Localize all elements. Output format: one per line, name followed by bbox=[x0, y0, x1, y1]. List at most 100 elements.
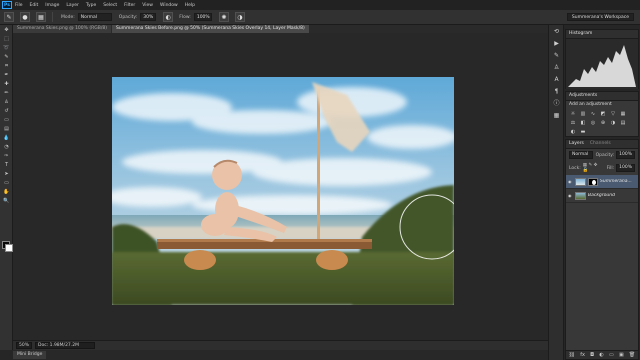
layer-row-overlay[interactable]: ◉ Summerana... bbox=[566, 175, 638, 189]
info-panel-icon[interactable]: ⓘ bbox=[552, 100, 561, 108]
divider bbox=[52, 12, 53, 22]
invert-icon[interactable]: ◑ bbox=[609, 120, 617, 127]
brush-panel-icon[interactable]: ✎ bbox=[552, 52, 561, 60]
healing-icon[interactable]: ✚ bbox=[2, 81, 11, 87]
gradient-map-icon[interactable]: ▬ bbox=[579, 129, 587, 136]
new-layer-icon[interactable]: ▣ bbox=[619, 352, 624, 358]
link-layers-icon[interactable]: ⛓ bbox=[569, 352, 575, 358]
paragraph-panel-icon[interactable]: ¶ bbox=[552, 88, 561, 96]
clone-stamp-icon[interactable]: ♙ bbox=[2, 99, 11, 105]
character-panel-icon[interactable]: A bbox=[552, 76, 561, 84]
layer-name[interactable]: Summerana... bbox=[600, 179, 632, 184]
fill-field[interactable]: 100% bbox=[616, 164, 635, 172]
layer-style-icon[interactable]: fx bbox=[580, 352, 585, 358]
layer-row-background[interactable]: ◉ Background bbox=[566, 189, 638, 203]
menu-file[interactable]: File bbox=[15, 3, 23, 8]
histogram-graph bbox=[566, 39, 638, 89]
brush-icon[interactable]: ✏ bbox=[2, 90, 11, 96]
menu-edit[interactable]: Edit bbox=[30, 3, 39, 8]
history-panel-icon[interactable]: ⟲ bbox=[552, 28, 561, 36]
menu-help[interactable]: Help bbox=[185, 3, 195, 8]
gradient-icon[interactable]: ▤ bbox=[2, 126, 11, 132]
doc-size-readout: Doc: 1.98M/27.2M bbox=[35, 342, 96, 349]
menu-view[interactable]: View bbox=[142, 3, 153, 8]
baby-beach-photo bbox=[112, 77, 454, 305]
quick-select-icon[interactable]: ✎ bbox=[2, 54, 11, 60]
new-adjustment-icon[interactable]: ◐ bbox=[599, 352, 603, 358]
canvas-area[interactable] bbox=[13, 33, 548, 340]
flow-field[interactable]: 100% bbox=[193, 13, 212, 21]
visibility-eye-icon[interactable]: ◉ bbox=[568, 193, 573, 198]
tools-panel: ✥ ⬚ ➰ ✎ ⌗ ✒ ✚ ✏ ♙ ↺ ▭ ▤ 💧 ◔ ✑ T ➤ ▭ ✋ 🔍 bbox=[0, 25, 13, 350]
adjustments-header-main[interactable]: Adjustments bbox=[566, 92, 638, 101]
tab-document-2[interactable]: Summerana Skies Before.png @ 50% (Summer… bbox=[111, 25, 309, 33]
menu-layer[interactable]: Layer bbox=[66, 3, 79, 8]
menu-select[interactable]: Select bbox=[103, 3, 117, 8]
blend-mode-select[interactable]: Normal bbox=[569, 151, 593, 159]
vibrance-icon[interactable]: ▽ bbox=[609, 111, 617, 118]
photo-canvas[interactable] bbox=[112, 77, 454, 305]
layer-opacity-field[interactable]: 100% bbox=[616, 151, 635, 159]
delete-layer-icon[interactable]: 🗑 bbox=[629, 352, 635, 358]
posterize-icon[interactable]: ▤ bbox=[619, 120, 627, 127]
layers-footer: ⛓ fx ◘ ◐ ▭ ▣ 🗑 bbox=[566, 350, 638, 359]
dodge-icon[interactable]: ◔ bbox=[2, 144, 11, 150]
crop-icon[interactable]: ⌗ bbox=[2, 63, 11, 69]
pressure-opacity-icon[interactable]: ◐ bbox=[163, 12, 174, 22]
pen-icon[interactable]: ✑ bbox=[2, 153, 11, 159]
menu-image[interactable]: Image bbox=[45, 3, 59, 8]
mode-select[interactable]: Normal bbox=[77, 13, 112, 21]
lock-icons[interactable]: ▦ ✎ ✥ 🔒 bbox=[583, 163, 603, 173]
layer-name[interactable]: Background bbox=[588, 193, 615, 198]
exposure-icon[interactable]: ◩ bbox=[599, 111, 607, 118]
new-group-icon[interactable]: ▭ bbox=[609, 352, 614, 358]
background-color-swatch[interactable] bbox=[5, 244, 13, 252]
hue-sat-icon[interactable]: ▦ bbox=[619, 111, 627, 118]
layer-mask-thumbnail[interactable] bbox=[588, 177, 598, 186]
eraser-icon[interactable]: ▭ bbox=[2, 117, 11, 123]
workspace-switcher[interactable]: Summerana's Workspace bbox=[566, 13, 634, 21]
opacity-field[interactable]: 30% bbox=[140, 13, 157, 21]
curves-icon[interactable]: ∿ bbox=[589, 111, 597, 118]
clone-source-icon[interactable]: ♙ bbox=[552, 64, 561, 72]
histogram-title: Histogram bbox=[569, 31, 593, 36]
photo-filter-icon[interactable]: ◎ bbox=[589, 120, 597, 127]
swatches-panel-icon[interactable]: ▦ bbox=[552, 112, 561, 120]
tab-document-1[interactable]: Summerana Skies.png @ 100% (RGB/8) bbox=[13, 25, 111, 33]
brush-panel-icon[interactable]: ▦ bbox=[36, 12, 46, 22]
tab-layers[interactable]: Layers bbox=[569, 140, 584, 148]
eyedropper-icon[interactable]: ✒ bbox=[2, 72, 11, 78]
levels-icon[interactable]: ▥ bbox=[579, 111, 587, 118]
menu-type[interactable]: Type bbox=[86, 3, 96, 8]
pressure-size-icon[interactable]: ◑ bbox=[234, 12, 245, 22]
brightness-icon[interactable]: ☼ bbox=[569, 111, 577, 118]
lasso-icon[interactable]: ➰ bbox=[2, 45, 11, 51]
zoom-icon[interactable]: 🔍 bbox=[2, 198, 11, 204]
airbrush-icon[interactable]: ✺ bbox=[218, 12, 229, 22]
brush-tool-preset-icon[interactable]: ✎ bbox=[4, 12, 14, 22]
black-white-icon[interactable]: ◧ bbox=[579, 120, 587, 127]
type-icon[interactable]: T bbox=[2, 162, 11, 168]
marquee-icon[interactable]: ⬚ bbox=[2, 36, 11, 42]
actions-panel-icon[interactable]: ▶ bbox=[552, 40, 561, 48]
blur-icon[interactable]: 💧 bbox=[2, 135, 11, 141]
color-balance-icon[interactable]: ⚖ bbox=[569, 120, 577, 127]
flow-label: Flow: bbox=[179, 14, 191, 20]
hand-icon[interactable]: ✋ bbox=[2, 189, 11, 195]
zoom-field[interactable]: 50% bbox=[16, 342, 33, 349]
brush-picker-icon[interactable]: ● bbox=[20, 12, 30, 22]
threshold-icon[interactable]: ◐ bbox=[569, 129, 577, 136]
histogram-header[interactable]: Histogram bbox=[566, 30, 638, 39]
app-logo: Ps bbox=[2, 1, 12, 9]
history-brush-icon[interactable]: ↺ bbox=[2, 108, 11, 114]
shape-icon[interactable]: ▭ bbox=[2, 180, 11, 186]
tab-channels[interactable]: Channels bbox=[590, 140, 611, 148]
tab-mini-bridge[interactable]: Mini Bridge bbox=[13, 351, 47, 359]
menu-window[interactable]: Window bbox=[160, 3, 178, 8]
add-mask-icon[interactable]: ◘ bbox=[590, 352, 594, 358]
move-icon[interactable]: ✥ bbox=[2, 27, 11, 33]
path-select-icon[interactable]: ➤ bbox=[2, 171, 11, 177]
channel-mixer-icon[interactable]: ⊕ bbox=[599, 120, 607, 127]
visibility-eye-icon[interactable]: ◉ bbox=[568, 179, 573, 184]
menu-filter[interactable]: Filter bbox=[124, 3, 135, 8]
